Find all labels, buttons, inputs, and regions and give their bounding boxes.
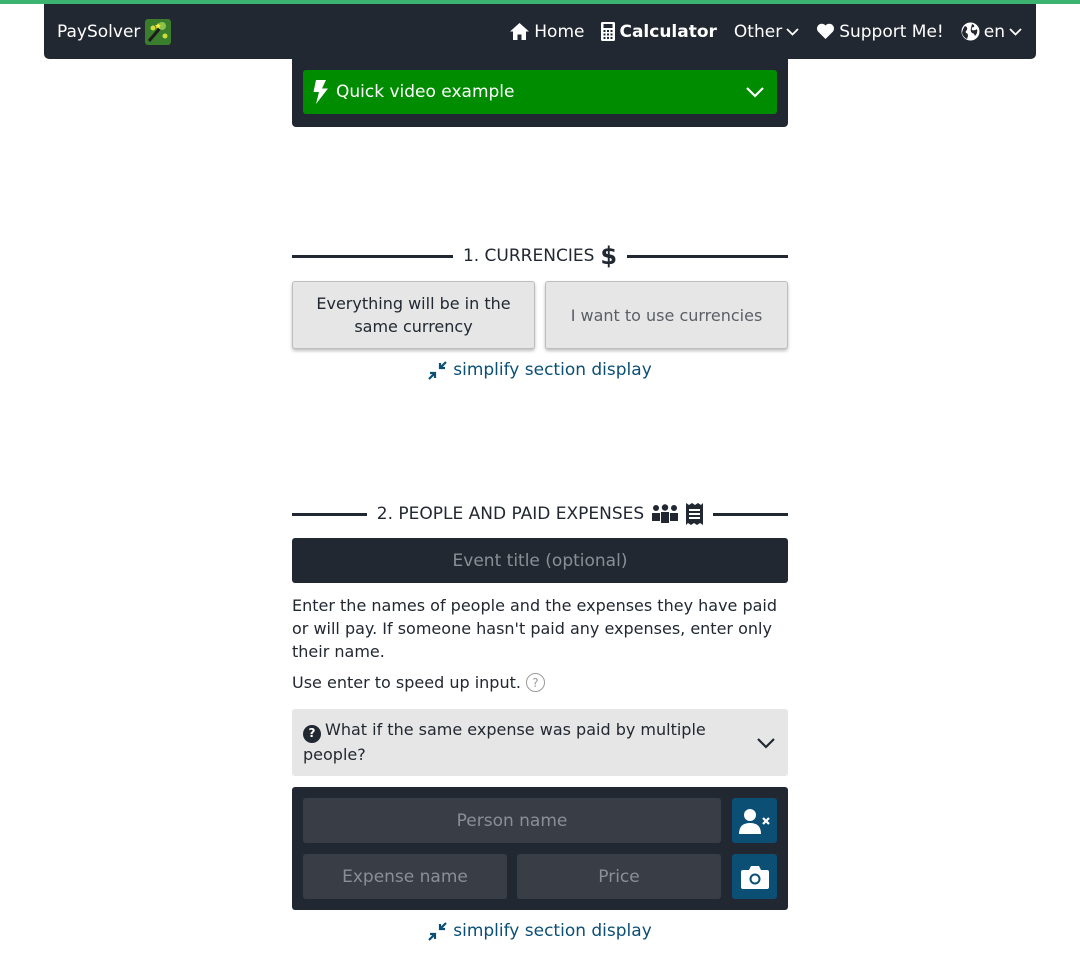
- expense-name-input[interactable]: [303, 854, 507, 899]
- enter-hint-text: Use enter to speed up input.: [292, 673, 521, 692]
- people-section-header: 2. PEOPLE AND PAID EXPENSES: [292, 503, 788, 525]
- nav-support-label: Support Me!: [839, 21, 944, 42]
- same-currency-button[interactable]: Everything will be in the same currency: [292, 281, 535, 349]
- simplify-people-label: simplify section display: [453, 921, 652, 941]
- scan-receipt-button[interactable]: [732, 854, 777, 899]
- receipt-icon: [686, 503, 704, 525]
- simplify-people-link[interactable]: simplify section display: [0, 921, 1080, 941]
- chevron-down-icon: [1009, 28, 1022, 36]
- heart-icon: [817, 23, 835, 39]
- divider: [627, 254, 789, 258]
- question-circle-icon: ?: [303, 724, 321, 743]
- price-input[interactable]: [517, 854, 721, 899]
- compress-icon: [428, 921, 448, 941]
- camera-icon: [740, 865, 769, 889]
- currencies-title: 1. CURRENCIES $: [453, 242, 627, 270]
- nav-menu: Home Calculator Other Support Me! en: [509, 22, 1022, 42]
- currencies-section-header: 1. CURRENCIES $: [292, 242, 789, 270]
- brand-logo-icon: [145, 18, 172, 45]
- video-example-panel: Quick video example: [292, 58, 788, 127]
- nav-calculator-label: Calculator: [619, 21, 717, 42]
- video-example-toggle[interactable]: Quick video example: [303, 70, 777, 114]
- divider: [292, 254, 453, 258]
- user-remove-icon: [738, 808, 770, 834]
- compress-icon: [428, 360, 448, 380]
- people-title-text: 2. PEOPLE AND PAID EXPENSES: [376, 504, 645, 524]
- chevron-down-icon: [746, 87, 764, 98]
- people-title: 2. PEOPLE AND PAID EXPENSES: [367, 503, 713, 525]
- dollar-icon: $: [600, 242, 618, 270]
- simplify-currencies-label: simplify section display: [453, 360, 652, 380]
- calculator-icon: [601, 22, 616, 41]
- navbar: PaySolver Home Calculator Other Support …: [44, 4, 1036, 59]
- faq-text-wrap: ? What if the same expense was paid by mu…: [303, 718, 723, 766]
- nav-other-dropdown[interactable]: Other: [734, 22, 799, 42]
- chevron-down-icon: [786, 28, 799, 36]
- currency-options: Everything will be in the same currency …: [292, 281, 788, 349]
- faq-question: What if the same expense was paid by mul…: [303, 720, 706, 764]
- brand[interactable]: PaySolver: [57, 18, 172, 45]
- nav-support[interactable]: Support Me!: [816, 22, 944, 42]
- globe-icon: [961, 22, 980, 41]
- video-example-label: Quick video example: [336, 82, 515, 102]
- people-instructions: Enter the names of people and the expens…: [292, 596, 778, 661]
- nav-calculator[interactable]: Calculator: [601, 21, 717, 42]
- use-currencies-button[interactable]: I want to use currencies: [545, 281, 788, 349]
- person-name-input[interactable]: [303, 798, 721, 843]
- help-circle-icon[interactable]: ?: [525, 673, 545, 692]
- nav-home[interactable]: Home: [509, 22, 584, 42]
- nav-language-label: en: [983, 21, 1005, 42]
- chevron-down-icon: [757, 738, 775, 749]
- person-entry-panel: [292, 787, 788, 910]
- brand-name: PaySolver: [57, 21, 141, 42]
- people-icon: [652, 504, 679, 523]
- enter-hint: Use enter to speed up input. ?: [292, 673, 545, 692]
- multiple-payers-faq[interactable]: ? What if the same expense was paid by mu…: [292, 709, 788, 776]
- currencies-title-text: 1. CURRENCIES: [462, 246, 595, 266]
- bolt-icon: [313, 80, 328, 104]
- home-icon: [510, 23, 530, 40]
- remove-person-button[interactable]: [732, 798, 777, 843]
- divider: [713, 512, 788, 516]
- event-title-input[interactable]: [292, 538, 788, 583]
- nav-other-label: Other: [733, 21, 783, 42]
- nav-language-dropdown[interactable]: en: [961, 22, 1022, 42]
- simplify-currencies-link[interactable]: simplify section display: [0, 360, 1080, 380]
- divider: [292, 512, 367, 516]
- nav-home-label: Home: [534, 21, 585, 42]
